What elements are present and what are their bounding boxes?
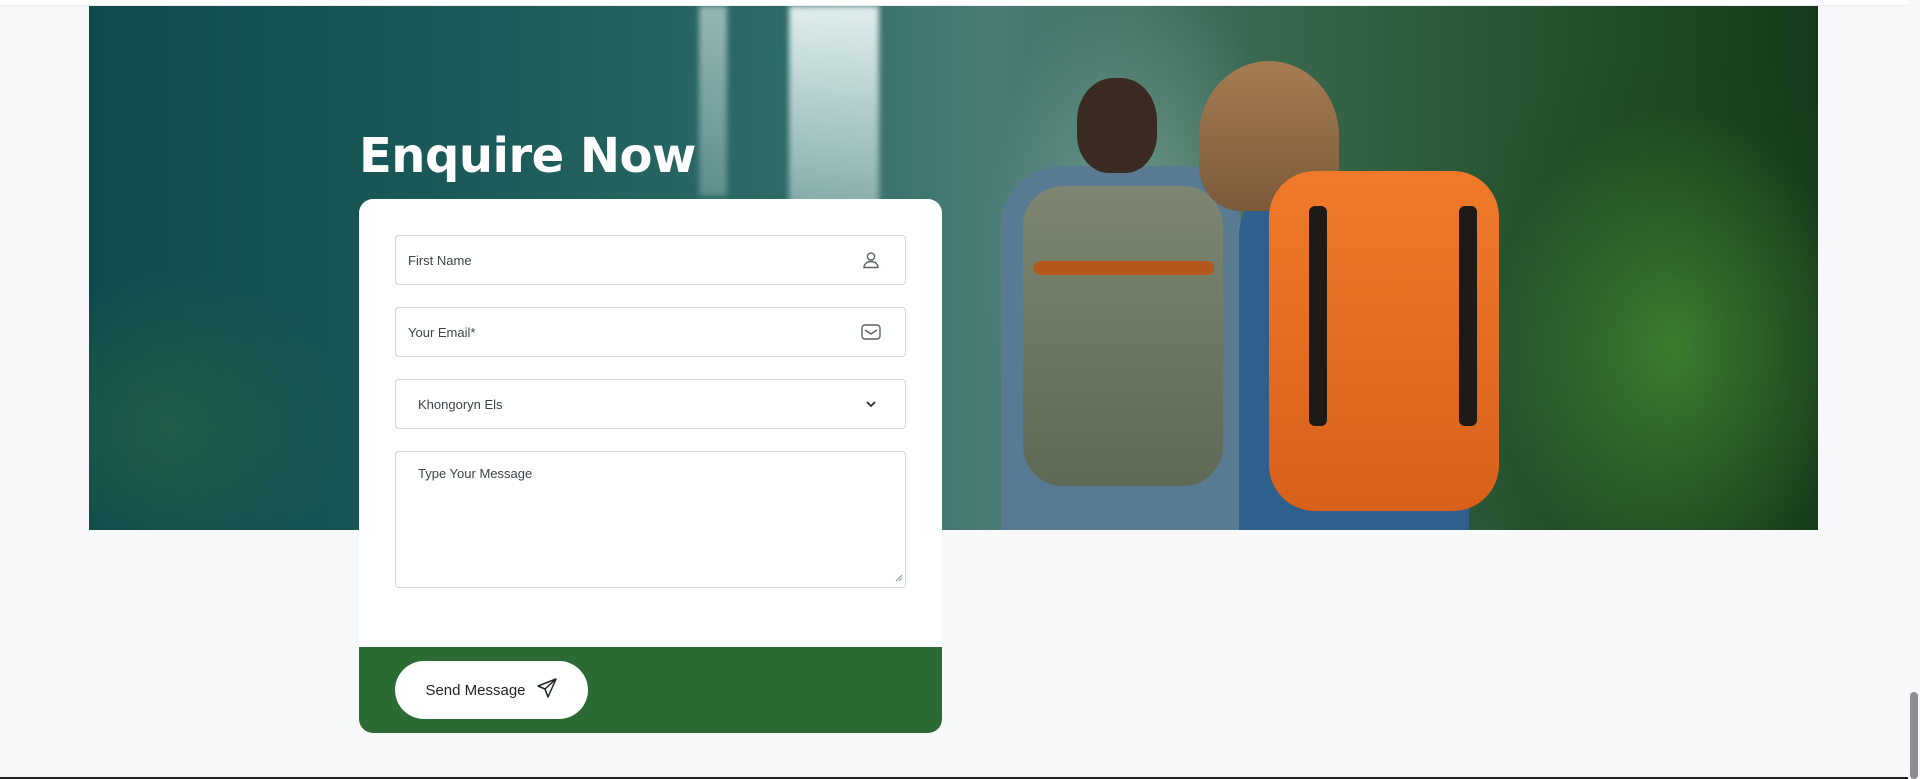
email-field[interactable]: Your Email* — [395, 307, 906, 357]
message-placeholder: Type Your Message — [418, 466, 533, 481]
waterfall — [789, 6, 879, 206]
resize-handle-icon[interactable] — [893, 570, 903, 585]
hiker-male-backpack — [1023, 186, 1223, 486]
send-message-button[interactable]: Send Message — [395, 661, 588, 719]
hiker-male-head — [1077, 78, 1157, 173]
message-field[interactable]: Type Your Message — [395, 451, 906, 588]
destination-value: Khongoryn Els — [418, 396, 503, 412]
first-name-field[interactable]: First Name — [395, 235, 906, 285]
send-message-label: Send Message — [425, 681, 526, 699]
waterfall-small — [699, 6, 727, 196]
page-title: Enquire Now — [359, 128, 696, 184]
scrollbar-thumb[interactable] — [1910, 692, 1918, 779]
backpack-strap-right — [1459, 206, 1477, 426]
send-icon — [536, 677, 558, 703]
enquiry-form: First Name Your Email* Khongoryn Els Typ… — [359, 199, 942, 733]
user-icon — [859, 248, 883, 272]
scrollbar-track[interactable] — [1908, 0, 1920, 779]
email-placeholder: Your Email* — [408, 324, 476, 340]
backpack-strap-left — [1309, 206, 1327, 426]
foliage-right — [1458, 66, 1818, 530]
backpack-band — [1034, 261, 1214, 275]
destination-select[interactable]: Khongoryn Els — [395, 379, 906, 429]
chevron-down-icon — [859, 392, 883, 416]
first-name-placeholder: First Name — [408, 252, 472, 268]
mail-icon — [859, 320, 883, 344]
form-footer-bar: Send Message — [359, 647, 942, 733]
hero-image — [89, 6, 1818, 530]
foliage-left — [89, 266, 349, 530]
